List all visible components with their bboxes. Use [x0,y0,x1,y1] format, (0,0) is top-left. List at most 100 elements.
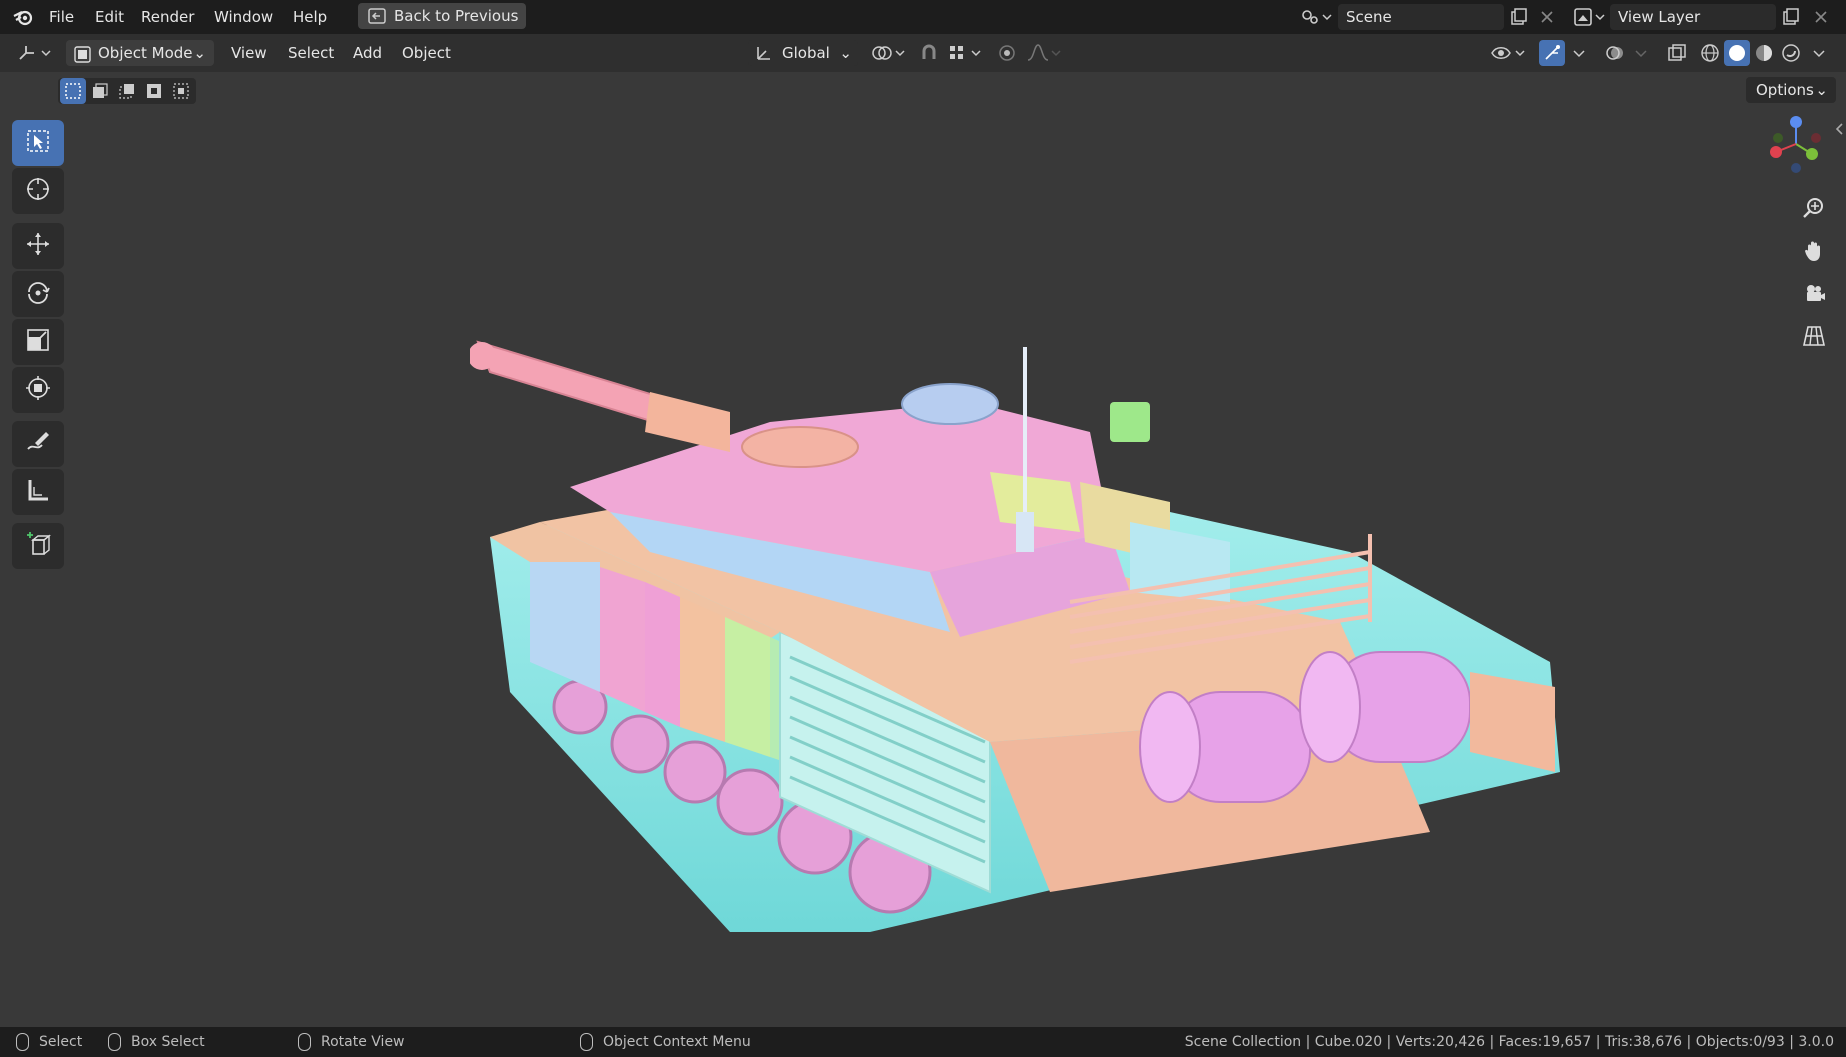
select-subtract-icon[interactable] [114,78,140,104]
xray-toggle-icon[interactable] [1664,40,1690,66]
gizmo-dropdown-icon[interactable] [1566,40,1592,66]
pencil-icon [25,429,51,459]
3d-viewport[interactable]: Options ⌄ [0,72,1846,1027]
snap-toggle-icon[interactable] [916,40,942,66]
zoom-icon[interactable] [1794,188,1834,228]
back-to-previous-label: Back to Previous [394,7,519,25]
options-dropdown[interactable]: Options ⌄ [1746,77,1836,103]
solid-shading-icon[interactable] [1724,40,1750,66]
measure-tool[interactable] [12,469,64,515]
status-rotate-view-label: Rotate View [321,1034,405,1050]
status-context-menu-label: Object Context Menu [603,1034,751,1050]
annotate-tool[interactable] [12,421,64,467]
mouse-left-icon [16,1033,29,1051]
menu-file[interactable]: File [49,6,74,28]
add-cube-tool[interactable] [12,523,64,569]
overlays-dropdown-icon[interactable] [1628,40,1654,66]
menu-edit[interactable]: Edit [95,6,124,28]
menu-object[interactable]: Object [402,42,451,64]
select-box-tool[interactable] [12,120,64,166]
crosshair-cursor-icon [25,176,51,206]
status-box-select-label: Box Select [131,1034,205,1050]
menu-view[interactable]: View [231,42,267,64]
options-label: Options [1756,81,1814,99]
tank-model[interactable] [470,272,1590,952]
orientation-label: Global [782,44,830,62]
menu-window[interactable]: Window [214,6,273,28]
viewport-header: Object Mode ⌄ View Select Add Object Glo… [0,34,1846,72]
selection-mode-group [58,78,196,104]
mouse-middle-icon [298,1033,311,1051]
close-view-layer-icon[interactable] [1808,4,1834,30]
cursor-tool[interactable] [12,168,64,214]
orientation-dropdown[interactable]: Global ⌄ [748,40,858,66]
perspective-grid-icon[interactable] [1794,316,1834,356]
view-layer-field[interactable]: View Layer [1610,4,1776,30]
view-layer-name: View Layer [1618,8,1701,26]
view-layer-browse-icon[interactable] [1570,4,1608,30]
pan-hand-icon[interactable] [1794,231,1834,271]
blender-logo-icon[interactable] [10,4,36,30]
pivot-point-icon[interactable] [868,40,908,66]
menu-render[interactable]: Render [141,6,194,28]
overlays-icon[interactable] [1602,40,1628,66]
select-new-icon[interactable] [60,78,86,104]
scale-tool[interactable] [12,319,64,365]
object-mode-icon [74,45,91,71]
commander-hatch [741,426,859,468]
menu-help[interactable]: Help [293,6,327,28]
mouse-right-icon [580,1033,593,1051]
mode-label: Object Mode [98,44,193,62]
rotate-icon [25,279,51,309]
select-extend-icon[interactable] [87,78,113,104]
camera-view-icon[interactable] [1794,273,1834,313]
visibility-icon[interactable] [1488,40,1528,66]
new-view-layer-icon[interactable] [1778,4,1804,30]
chevron-down-icon: ⌄ [1815,81,1828,99]
shading-dropdown-icon[interactable] [1806,40,1832,66]
new-scene-icon[interactable] [1506,4,1532,30]
proportional-editing-icon[interactable] [994,40,1020,66]
material-preview-icon[interactable] [1751,40,1777,66]
back-arrow-icon [368,3,386,37]
mouse-drag-icon [108,1033,121,1051]
falloff-icon[interactable] [1024,40,1064,66]
rendered-shading-icon[interactable] [1778,40,1804,66]
ruler-icon [25,477,51,507]
move-tool[interactable] [12,223,64,269]
transform-tool[interactable] [12,367,64,413]
wireframe-shading-icon[interactable] [1697,40,1723,66]
scene-name-field[interactable]: Scene [1338,4,1504,30]
scale-icon [25,327,51,357]
mode-dropdown[interactable]: Object Mode ⌄ [66,40,214,66]
scene-browse-icon[interactable] [1296,4,1336,30]
menu-add[interactable]: Add [353,42,382,64]
status-bar: Select Box Select Rotate View Object Con… [0,1027,1846,1057]
select-invert-icon[interactable] [141,78,167,104]
close-scene-icon[interactable] [1534,4,1560,30]
status-select: Select [16,1027,82,1057]
cursor-arrow-icon [26,129,50,157]
scene-name: Scene [1346,8,1392,26]
rotate-tool[interactable] [12,271,64,317]
back-to-previous-button[interactable]: Back to Previous [358,3,526,29]
select-intersect-icon[interactable] [168,78,194,104]
status-select-label: Select [39,1034,83,1050]
chevron-down-icon: ⌄ [193,44,206,62]
sidebar-toggle-icon[interactable] [1834,122,1844,140]
transform-orientation-icon [754,43,774,71]
gizmo-toggle-icon[interactable] [1539,40,1565,66]
move-arrows-icon [25,231,51,261]
menu-select[interactable]: Select [288,42,334,64]
scene-statistics: Scene Collection | Cube.020 | Verts:20,4… [1184,1034,1834,1050]
navigation-gizmo[interactable] [1762,114,1832,184]
transform-icon [25,375,51,405]
editor-type-icon[interactable] [14,40,54,66]
add-cube-icon [25,531,51,561]
status-context-menu: Object Context Menu [580,1027,751,1057]
snap-target-icon[interactable] [944,40,984,66]
status-box-select: Box Select [108,1027,205,1057]
chevron-down-icon: ⌄ [839,44,852,62]
top-bar: File Edit Render Window Help Back to Pre… [0,0,1846,34]
status-rotate-view: Rotate View [298,1027,405,1057]
